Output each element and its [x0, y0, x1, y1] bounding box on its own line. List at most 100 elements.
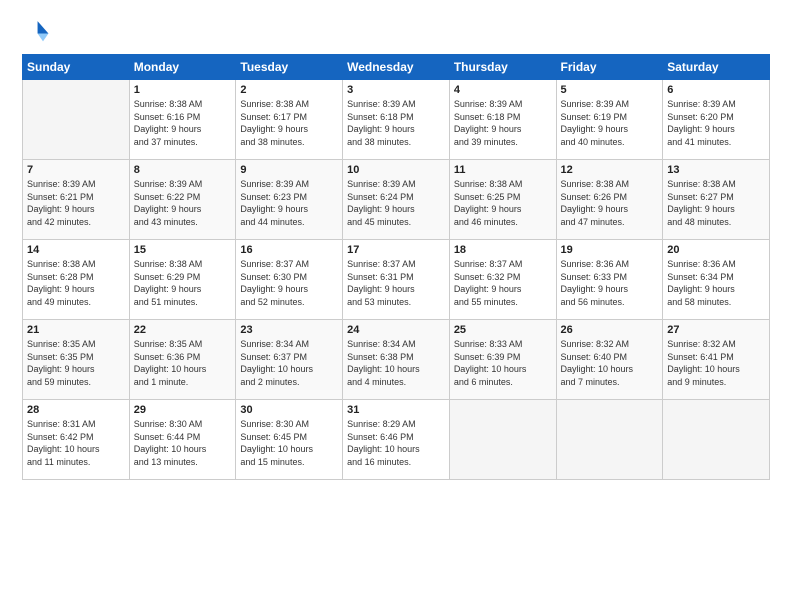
calendar-cell: 25 Sunrise: 8:33 AM Sunset: 6:39 PM Dayli… — [449, 320, 556, 400]
cell-info: Sunrise: 8:38 AM Sunset: 6:16 PM Dayligh… — [134, 98, 232, 148]
day-number: 25 — [454, 324, 552, 336]
calendar-cell: 2 Sunrise: 8:38 AM Sunset: 6:17 PM Daylig… — [236, 80, 343, 160]
header-row: SundayMondayTuesdayWednesdayThursdayFrid… — [23, 55, 770, 80]
calendar-cell: 9Sunrise: 8:39 AM Sunset: 6:23 PM Daylig… — [236, 160, 343, 240]
calendar-cell: 31Sunrise: 8:29 AM Sunset: 6:46 PM Dayli… — [343, 400, 450, 480]
calendar-cell: 22 Sunrise: 8:35 AM Sunset: 6:36 PM Dayli… — [129, 320, 236, 400]
day-number: 14 — [27, 244, 125, 256]
day-number: 3 — [347, 84, 445, 96]
cell-info: Sunrise: 8:38 AM Sunset: 6:26 PM Dayligh… — [561, 178, 659, 228]
day-number: 24 — [347, 324, 445, 336]
calendar-cell — [556, 400, 663, 480]
cell-info: Sunrise: 8:34 AM Sunset: 6:37 PM Dayligh… — [240, 338, 338, 388]
calendar-cell: 21 Sunrise: 8:35 AM Sunset: 6:35 PM Dayli… — [23, 320, 130, 400]
day-number: 26 — [561, 324, 659, 336]
calendar-cell: 29Sunrise: 8:30 AM Sunset: 6:44 PM Dayli… — [129, 400, 236, 480]
calendar-table: SundayMondayTuesdayWednesdayThursdayFrid… — [22, 54, 770, 480]
day-number: 19 — [561, 244, 659, 256]
calendar-cell: 24 Sunrise: 8:34 AM Sunset: 6:38 PM Dayli… — [343, 320, 450, 400]
calendar-cell: 23 Sunrise: 8:34 AM Sunset: 6:37 PM Dayli… — [236, 320, 343, 400]
calendar-cell — [23, 80, 130, 160]
cell-info: Sunrise: 8:39 AM Sunset: 6:18 PM Dayligh… — [454, 98, 552, 148]
calendar-cell: 7 Sunrise: 8:39 AM Sunset: 6:21 PM Daylig… — [23, 160, 130, 240]
calendar-cell: 17 Sunrise: 8:37 AM Sunset: 6:31 PM Dayli… — [343, 240, 450, 320]
day-number: 28 — [27, 404, 125, 416]
cell-info: Sunrise: 8:30 AM Sunset: 6:44 PM Dayligh… — [134, 418, 232, 468]
cell-info: Sunrise: 8:38 AM Sunset: 6:29 PM Dayligh… — [134, 258, 232, 308]
header-cell-sunday: Sunday — [23, 55, 130, 80]
week-row-3: 14Sunrise: 8:38 AM Sunset: 6:28 PM Dayli… — [23, 240, 770, 320]
calendar-cell: 30 Sunrise: 8:30 AM Sunset: 6:45 PM Dayli… — [236, 400, 343, 480]
calendar-cell: 16 Sunrise: 8:37 AM Sunset: 6:30 PM Dayli… — [236, 240, 343, 320]
cell-info: Sunrise: 8:35 AM Sunset: 6:35 PM Dayligh… — [27, 338, 125, 388]
day-number: 18 — [454, 244, 552, 256]
day-number: 15 — [134, 244, 232, 256]
day-number: 21 — [27, 324, 125, 336]
calendar-cell: 3 Sunrise: 8:39 AM Sunset: 6:18 PM Daylig… — [343, 80, 450, 160]
day-number: 13 — [667, 164, 765, 176]
cell-info: Sunrise: 8:39 AM Sunset: 6:19 PM Dayligh… — [561, 98, 659, 148]
calendar-cell: 8 Sunrise: 8:39 AM Sunset: 6:22 PM Daylig… — [129, 160, 236, 240]
cell-info: Sunrise: 8:37 AM Sunset: 6:31 PM Dayligh… — [347, 258, 445, 308]
day-number: 23 — [240, 324, 338, 336]
cell-info: Sunrise: 8:36 AM Sunset: 6:33 PM Dayligh… — [561, 258, 659, 308]
calendar-cell: 14Sunrise: 8:38 AM Sunset: 6:28 PM Dayli… — [23, 240, 130, 320]
calendar-cell: 19 Sunrise: 8:36 AM Sunset: 6:33 PM Dayli… — [556, 240, 663, 320]
cell-info: Sunrise: 8:34 AM Sunset: 6:38 PM Dayligh… — [347, 338, 445, 388]
header — [22, 18, 770, 46]
cell-info: Sunrise: 8:31 AM Sunset: 6:42 PM Dayligh… — [27, 418, 125, 468]
day-number: 16 — [240, 244, 338, 256]
calendar-cell: 13 Sunrise: 8:38 AM Sunset: 6:27 PM Dayli… — [663, 160, 770, 240]
cell-info: Sunrise: 8:32 AM Sunset: 6:41 PM Dayligh… — [667, 338, 765, 388]
cell-info: Sunrise: 8:39 AM Sunset: 6:22 PM Dayligh… — [134, 178, 232, 228]
week-row-4: 21 Sunrise: 8:35 AM Sunset: 6:35 PM Dayli… — [23, 320, 770, 400]
cell-info: Sunrise: 8:36 AM Sunset: 6:34 PM Dayligh… — [667, 258, 765, 308]
cell-info: Sunrise: 8:38 AM Sunset: 6:27 PM Dayligh… — [667, 178, 765, 228]
logo — [22, 18, 54, 46]
day-number: 6 — [667, 84, 765, 96]
cell-info: Sunrise: 8:37 AM Sunset: 6:32 PM Dayligh… — [454, 258, 552, 308]
calendar-cell: 15 Sunrise: 8:38 AM Sunset: 6:29 PM Dayli… — [129, 240, 236, 320]
day-number: 10 — [347, 164, 445, 176]
day-number: 7 — [27, 164, 125, 176]
cell-info: Sunrise: 8:35 AM Sunset: 6:36 PM Dayligh… — [134, 338, 232, 388]
calendar-cell: 4 Sunrise: 8:39 AM Sunset: 6:18 PM Daylig… — [449, 80, 556, 160]
day-number: 2 — [240, 84, 338, 96]
day-number: 11 — [454, 164, 552, 176]
week-row-2: 7 Sunrise: 8:39 AM Sunset: 6:21 PM Daylig… — [23, 160, 770, 240]
calendar-cell — [449, 400, 556, 480]
calendar-cell: 18 Sunrise: 8:37 AM Sunset: 6:32 PM Dayli… — [449, 240, 556, 320]
cell-info: Sunrise: 8:39 AM Sunset: 6:20 PM Dayligh… — [667, 98, 765, 148]
calendar-cell: 12Sunrise: 8:38 AM Sunset: 6:26 PM Dayli… — [556, 160, 663, 240]
day-number: 17 — [347, 244, 445, 256]
cell-info: Sunrise: 8:37 AM Sunset: 6:30 PM Dayligh… — [240, 258, 338, 308]
day-number: 30 — [240, 404, 338, 416]
calendar-cell — [663, 400, 770, 480]
day-number: 22 — [134, 324, 232, 336]
day-number: 1 — [134, 84, 232, 96]
calendar-cell: 11 Sunrise: 8:38 AM Sunset: 6:25 PM Dayli… — [449, 160, 556, 240]
cell-info: Sunrise: 8:32 AM Sunset: 6:40 PM Dayligh… — [561, 338, 659, 388]
cell-info: Sunrise: 8:39 AM Sunset: 6:23 PM Dayligh… — [240, 178, 338, 228]
cell-info: Sunrise: 8:38 AM Sunset: 6:25 PM Dayligh… — [454, 178, 552, 228]
header-cell-tuesday: Tuesday — [236, 55, 343, 80]
page: SundayMondayTuesdayWednesdayThursdayFrid… — [0, 0, 792, 612]
week-row-1: 1 Sunrise: 8:38 AM Sunset: 6:16 PM Daylig… — [23, 80, 770, 160]
header-cell-wednesday: Wednesday — [343, 55, 450, 80]
header-cell-friday: Friday — [556, 55, 663, 80]
day-number: 8 — [134, 164, 232, 176]
cell-info: Sunrise: 8:38 AM Sunset: 6:17 PM Dayligh… — [240, 98, 338, 148]
cell-info: Sunrise: 8:33 AM Sunset: 6:39 PM Dayligh… — [454, 338, 552, 388]
day-number: 4 — [454, 84, 552, 96]
logo-icon — [22, 18, 50, 46]
calendar-cell: 5Sunrise: 8:39 AM Sunset: 6:19 PM Daylig… — [556, 80, 663, 160]
cell-info: Sunrise: 8:30 AM Sunset: 6:45 PM Dayligh… — [240, 418, 338, 468]
calendar-body: 1 Sunrise: 8:38 AM Sunset: 6:16 PM Daylig… — [23, 80, 770, 480]
calendar-cell: 28 Sunrise: 8:31 AM Sunset: 6:42 PM Dayli… — [23, 400, 130, 480]
header-cell-saturday: Saturday — [663, 55, 770, 80]
cell-info: Sunrise: 8:39 AM Sunset: 6:21 PM Dayligh… — [27, 178, 125, 228]
header-cell-monday: Monday — [129, 55, 236, 80]
cell-info: Sunrise: 8:39 AM Sunset: 6:18 PM Dayligh… — [347, 98, 445, 148]
day-number: 31 — [347, 404, 445, 416]
calendar-cell: 27Sunrise: 8:32 AM Sunset: 6:41 PM Dayli… — [663, 320, 770, 400]
